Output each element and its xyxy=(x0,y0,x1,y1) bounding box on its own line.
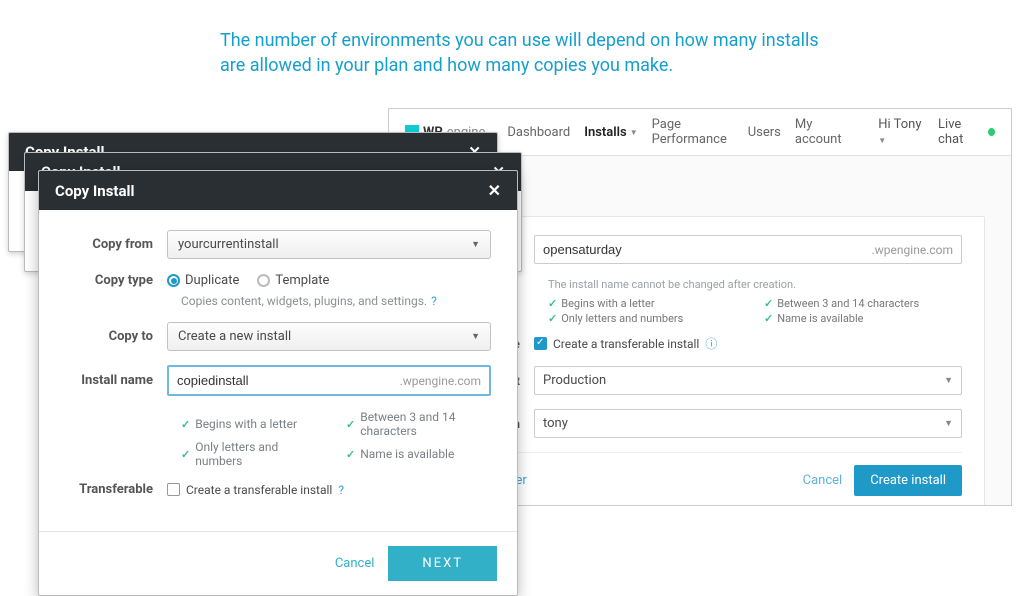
copy-type-hint: Copies content, widgets, plugins, and se… xyxy=(181,294,427,308)
transferable-checkbox[interactable] xyxy=(534,337,547,350)
transferable-label: Transferable xyxy=(65,482,167,497)
validation-available: Name is available xyxy=(360,447,454,461)
modal-title: Copy Install xyxy=(55,182,134,200)
modal-header: Copy Install ✕ xyxy=(39,171,517,210)
transferable-text: Create a transferable install xyxy=(553,337,699,351)
copy-to-value: Create a new install xyxy=(178,329,291,344)
check-icon: ✓ xyxy=(181,448,190,461)
copy-from-select[interactable]: yourcurrentinstall ▼ xyxy=(167,230,491,259)
copy-install-modal: Copy Install ✕ Copy from yourcurrentinst… xyxy=(38,170,518,596)
transferable-text: Create a transferable install xyxy=(186,483,332,497)
check-icon: ✓ xyxy=(548,312,557,325)
caption-text: The number of environments you can use w… xyxy=(220,28,820,78)
nav-users[interactable]: Users xyxy=(748,117,781,147)
live-chat-label: Live chat xyxy=(938,117,983,147)
copy-to-select[interactable]: Create a new install ▼ xyxy=(167,322,491,351)
transferable-checkbox[interactable] xyxy=(167,483,180,496)
environment-select[interactable]: Production ▼ xyxy=(534,366,962,395)
validation-begins: Begins with a letter xyxy=(195,417,297,431)
create-install-button[interactable]: Create install xyxy=(854,465,962,496)
nav-installs-label: Installs xyxy=(584,125,626,140)
chevron-down-icon: ▼ xyxy=(471,239,480,250)
install-name-input[interactable] xyxy=(177,373,396,388)
copy-type-label: Copy type xyxy=(65,273,167,288)
install-name-hint: The install name cannot be changed after… xyxy=(548,278,962,291)
radio-template-label: Template xyxy=(275,273,329,288)
validation-begins: Begins with a letter xyxy=(561,297,654,310)
environment-value: Production xyxy=(543,373,606,388)
copy-from-value: tony xyxy=(543,416,568,431)
nav-dashboard[interactable]: Dashboard xyxy=(507,117,570,147)
check-icon: ✓ xyxy=(764,297,773,310)
status-dot-icon xyxy=(988,128,995,136)
close-icon[interactable]: ✕ xyxy=(488,181,501,200)
cancel-link[interactable]: Cancel xyxy=(803,473,843,488)
check-icon: ✓ xyxy=(548,297,557,310)
validation-between: Between 3 and 14 characters xyxy=(777,297,919,310)
check-icon: ✓ xyxy=(181,418,190,431)
chevron-down-icon: ▼ xyxy=(630,128,638,137)
radio-template[interactable]: Template xyxy=(257,273,329,288)
chevron-down-icon: ▼ xyxy=(944,375,953,386)
live-chat-link[interactable]: Live chat xyxy=(938,117,995,147)
modal-footer: Cancel NEXT xyxy=(39,531,517,595)
next-button[interactable]: NEXT xyxy=(388,546,497,581)
install-name-input-wrap[interactable]: .wpengine.com xyxy=(534,235,962,264)
nav: Dashboard Installs ▼ Page Performance Us… xyxy=(507,117,846,147)
help-icon[interactable]: ? xyxy=(338,483,344,497)
install-name-input-wrap[interactable]: .wpengine.com xyxy=(167,365,491,396)
chevron-down-icon: ▼ xyxy=(471,331,480,342)
user-greeting[interactable]: Hi Tony ▼ xyxy=(878,117,926,147)
check-icon: ✓ xyxy=(764,312,773,325)
greeting-text: Hi Tony xyxy=(878,117,921,132)
help-icon[interactable]: ? xyxy=(431,294,437,308)
check-icon: ✓ xyxy=(346,448,355,461)
domain-suffix: .wpengine.com xyxy=(396,374,481,388)
validation-list: ✓ Begins with a letter ✓ Between 3 and 14 … xyxy=(181,410,491,468)
check-icon: ✓ xyxy=(346,418,355,431)
copy-from-value: yourcurrentinstall xyxy=(178,237,279,252)
validation-only: Only letters and numbers xyxy=(195,440,326,468)
install-name-label: Install name xyxy=(65,373,167,388)
validation-available: Name is available xyxy=(777,312,863,325)
validation-only: Only letters and numbers xyxy=(561,312,683,325)
chevron-down-icon: ▼ xyxy=(878,136,886,145)
nav-my-account[interactable]: My account xyxy=(795,117,846,147)
domain-suffix: .wpengine.com xyxy=(868,243,953,257)
nav-page-performance[interactable]: Page Performance xyxy=(652,117,734,147)
validation-between: Between 3 and 14 characters xyxy=(360,410,491,438)
radio-duplicate-label: Duplicate xyxy=(185,273,239,288)
cancel-button[interactable]: Cancel xyxy=(335,556,375,571)
nav-installs[interactable]: Installs ▼ xyxy=(584,117,637,147)
validation-list: ✓ Begins with a letter ✓ Between 3 and 14 … xyxy=(548,297,962,325)
copy-from-select[interactable]: tony ▼ xyxy=(534,409,962,438)
radio-duplicate[interactable]: Duplicate xyxy=(167,273,239,288)
copy-to-label: Copy to xyxy=(65,329,167,344)
help-icon[interactable]: ⓘ xyxy=(705,335,717,352)
chevron-down-icon: ▼ xyxy=(944,418,953,429)
install-name-input[interactable] xyxy=(543,242,868,257)
copy-from-label: Copy from xyxy=(65,237,167,252)
